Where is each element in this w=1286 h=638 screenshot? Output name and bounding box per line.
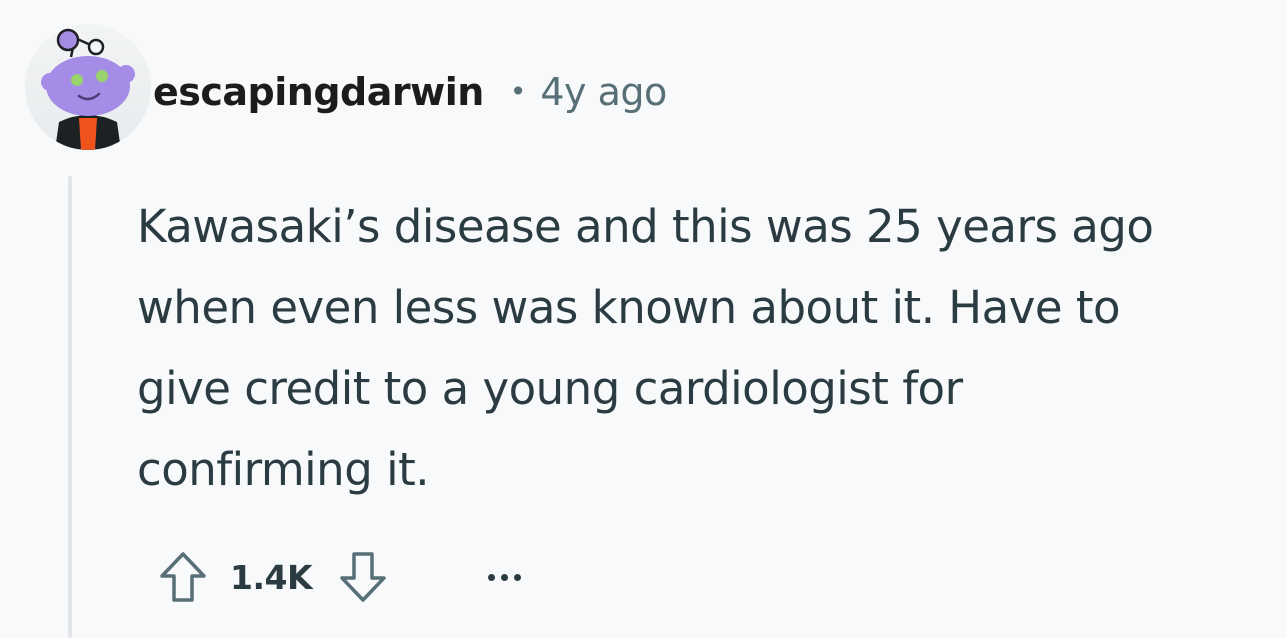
upvote-button[interactable]	[150, 544, 216, 610]
comment-line: Kawasaki’s disease and this was 25 years…	[137, 200, 1154, 253]
thread-line[interactable]	[68, 176, 72, 638]
separator-dot: •	[509, 74, 527, 108]
timestamp[interactable]: 4y ago	[540, 70, 667, 114]
comment-line: when even less was known about it. Have …	[137, 281, 1121, 334]
comment-line: confirming it.	[137, 443, 430, 496]
comment-line: give credit to a young cardiologist for	[137, 362, 963, 415]
comment-header: escapingdarwin • 4y ago	[153, 62, 667, 122]
comment-body: Kawasaki’s disease and this was 25 years…	[137, 186, 1257, 510]
vote-score: 1.4K	[230, 557, 313, 597]
downvote-button[interactable]	[330, 544, 396, 610]
avatar[interactable]	[25, 24, 151, 150]
comment: escapingdarwin • 4y ago Kawasaki’s disea…	[0, 0, 1286, 638]
ellipsis-icon	[487, 573, 495, 581]
arrow-down-icon	[340, 552, 386, 602]
username-link[interactable]: escapingdarwin	[153, 70, 484, 114]
ellipsis-icon	[513, 573, 521, 581]
ellipsis-icon	[500, 573, 508, 581]
more-options-button[interactable]	[474, 552, 534, 602]
comment-actions: 1.4K	[150, 542, 534, 612]
arrow-up-icon	[160, 552, 206, 602]
